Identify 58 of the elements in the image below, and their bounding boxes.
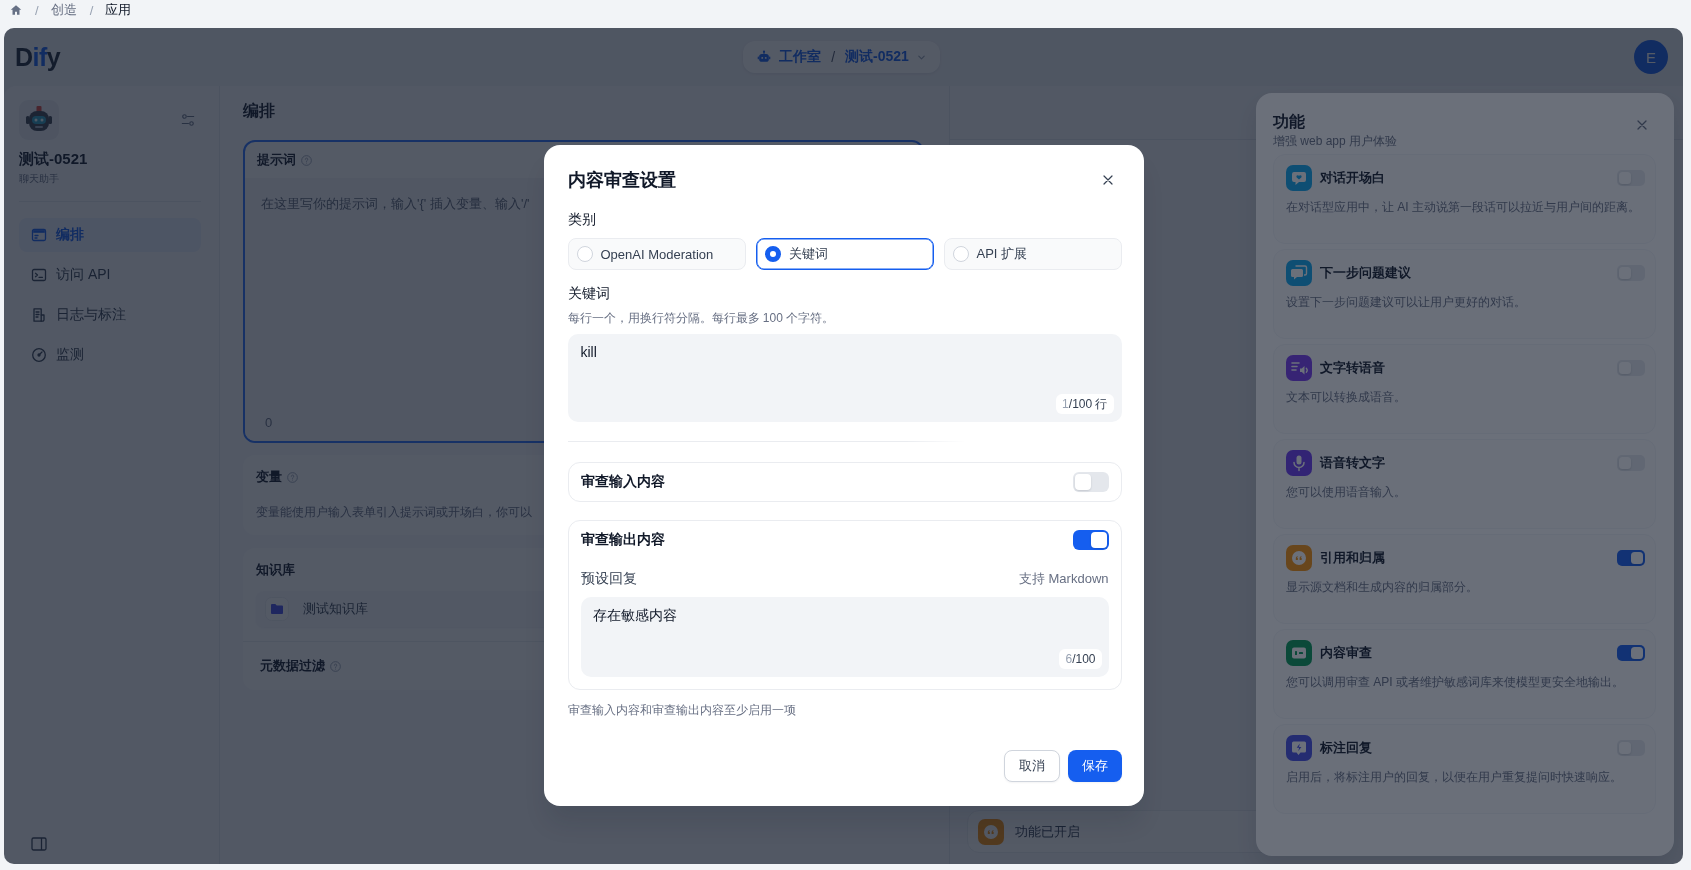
toggle-switch[interactable] [1072, 472, 1109, 492]
breadcrumb-separator: / [35, 2, 39, 18]
breadcrumb-separator: / [831, 49, 836, 65]
microphone-icon [1286, 450, 1312, 476]
quote-icon [978, 818, 1004, 845]
feature-title: 引用和归属 [1320, 549, 1385, 567]
save-button[interactable]: 保存 [1067, 750, 1122, 782]
feature-title: 对话开场白 [1320, 169, 1385, 187]
sliders-icon[interactable] [181, 113, 195, 127]
panel-icon[interactable] [31, 836, 47, 852]
radio-option[interactable]: 关键词 [755, 238, 934, 270]
cancel-button[interactable]: 取消 [1003, 750, 1060, 782]
close-icon[interactable] [1102, 175, 1113, 185]
field-label: 类别 [567, 210, 596, 229]
toggle-switch[interactable] [1617, 550, 1645, 566]
feature-title: 内容审查 [1320, 644, 1372, 662]
dialog-title: 内容审查设置 [567, 169, 676, 192]
radio-option[interactable]: API 扩展 [943, 238, 1122, 270]
toggle-switch[interactable] [1072, 530, 1109, 550]
markdown-note: 支持 Markdown [1018, 570, 1109, 588]
gauge-icon [31, 347, 47, 363]
section-title: 知识库 [256, 561, 295, 579]
radio-option[interactable]: OpenAI Moderation [567, 238, 746, 270]
feature-title: 标注回复 [1320, 739, 1372, 757]
app-name: 测试-0521 [19, 150, 88, 168]
breadcrumb-link[interactable]: 创造 [50, 1, 77, 19]
setting-label: 审查输入内容 [580, 473, 665, 491]
chat-bubbles-icon [1286, 260, 1312, 286]
robot-icon [757, 50, 772, 64]
section-title: 元数据过滤 [260, 657, 325, 675]
terminal-icon [31, 267, 47, 283]
character-counter: 6/100 [1059, 649, 1102, 669]
home-icon[interactable] [10, 4, 22, 16]
field-hint: 每行一个，用换行符分隔。每行最多 100 个字符。 [567, 310, 835, 326]
document-icon [31, 307, 47, 323]
feature-title: 下一步问题建议 [1320, 264, 1411, 282]
section-title: 变量 [256, 468, 282, 486]
card-icon [1286, 640, 1312, 666]
radio-icon [764, 246, 781, 262]
layout-icon [31, 227, 47, 243]
setting-label: 审查输出内容 [580, 531, 665, 549]
toggle-switch[interactable] [1617, 645, 1645, 661]
quote-icon [1286, 545, 1312, 571]
line-counter: 1/100 行 [1056, 394, 1114, 414]
section-heading: 编排 [243, 101, 275, 121]
prompt-label: 提示词 [257, 151, 296, 169]
speaker-icon [1286, 355, 1312, 381]
breadcrumb-link[interactable]: 应用 [105, 1, 132, 19]
panel-title: 功能 [1273, 112, 1305, 132]
radio-icon [576, 246, 593, 262]
feature-title: 语音转文字 [1320, 454, 1385, 472]
feature-title: 文字转语音 [1320, 359, 1385, 377]
field-label: 预设回复 [580, 570, 637, 588]
chat-bolt-icon [1286, 735, 1312, 761]
radio-icon [952, 246, 969, 262]
helper-text: 审查输入内容和审查输出内容至少启用一项 [567, 702, 796, 718]
breadcrumb-separator: / [89, 2, 94, 18]
field-label: 关键词 [567, 284, 610, 303]
